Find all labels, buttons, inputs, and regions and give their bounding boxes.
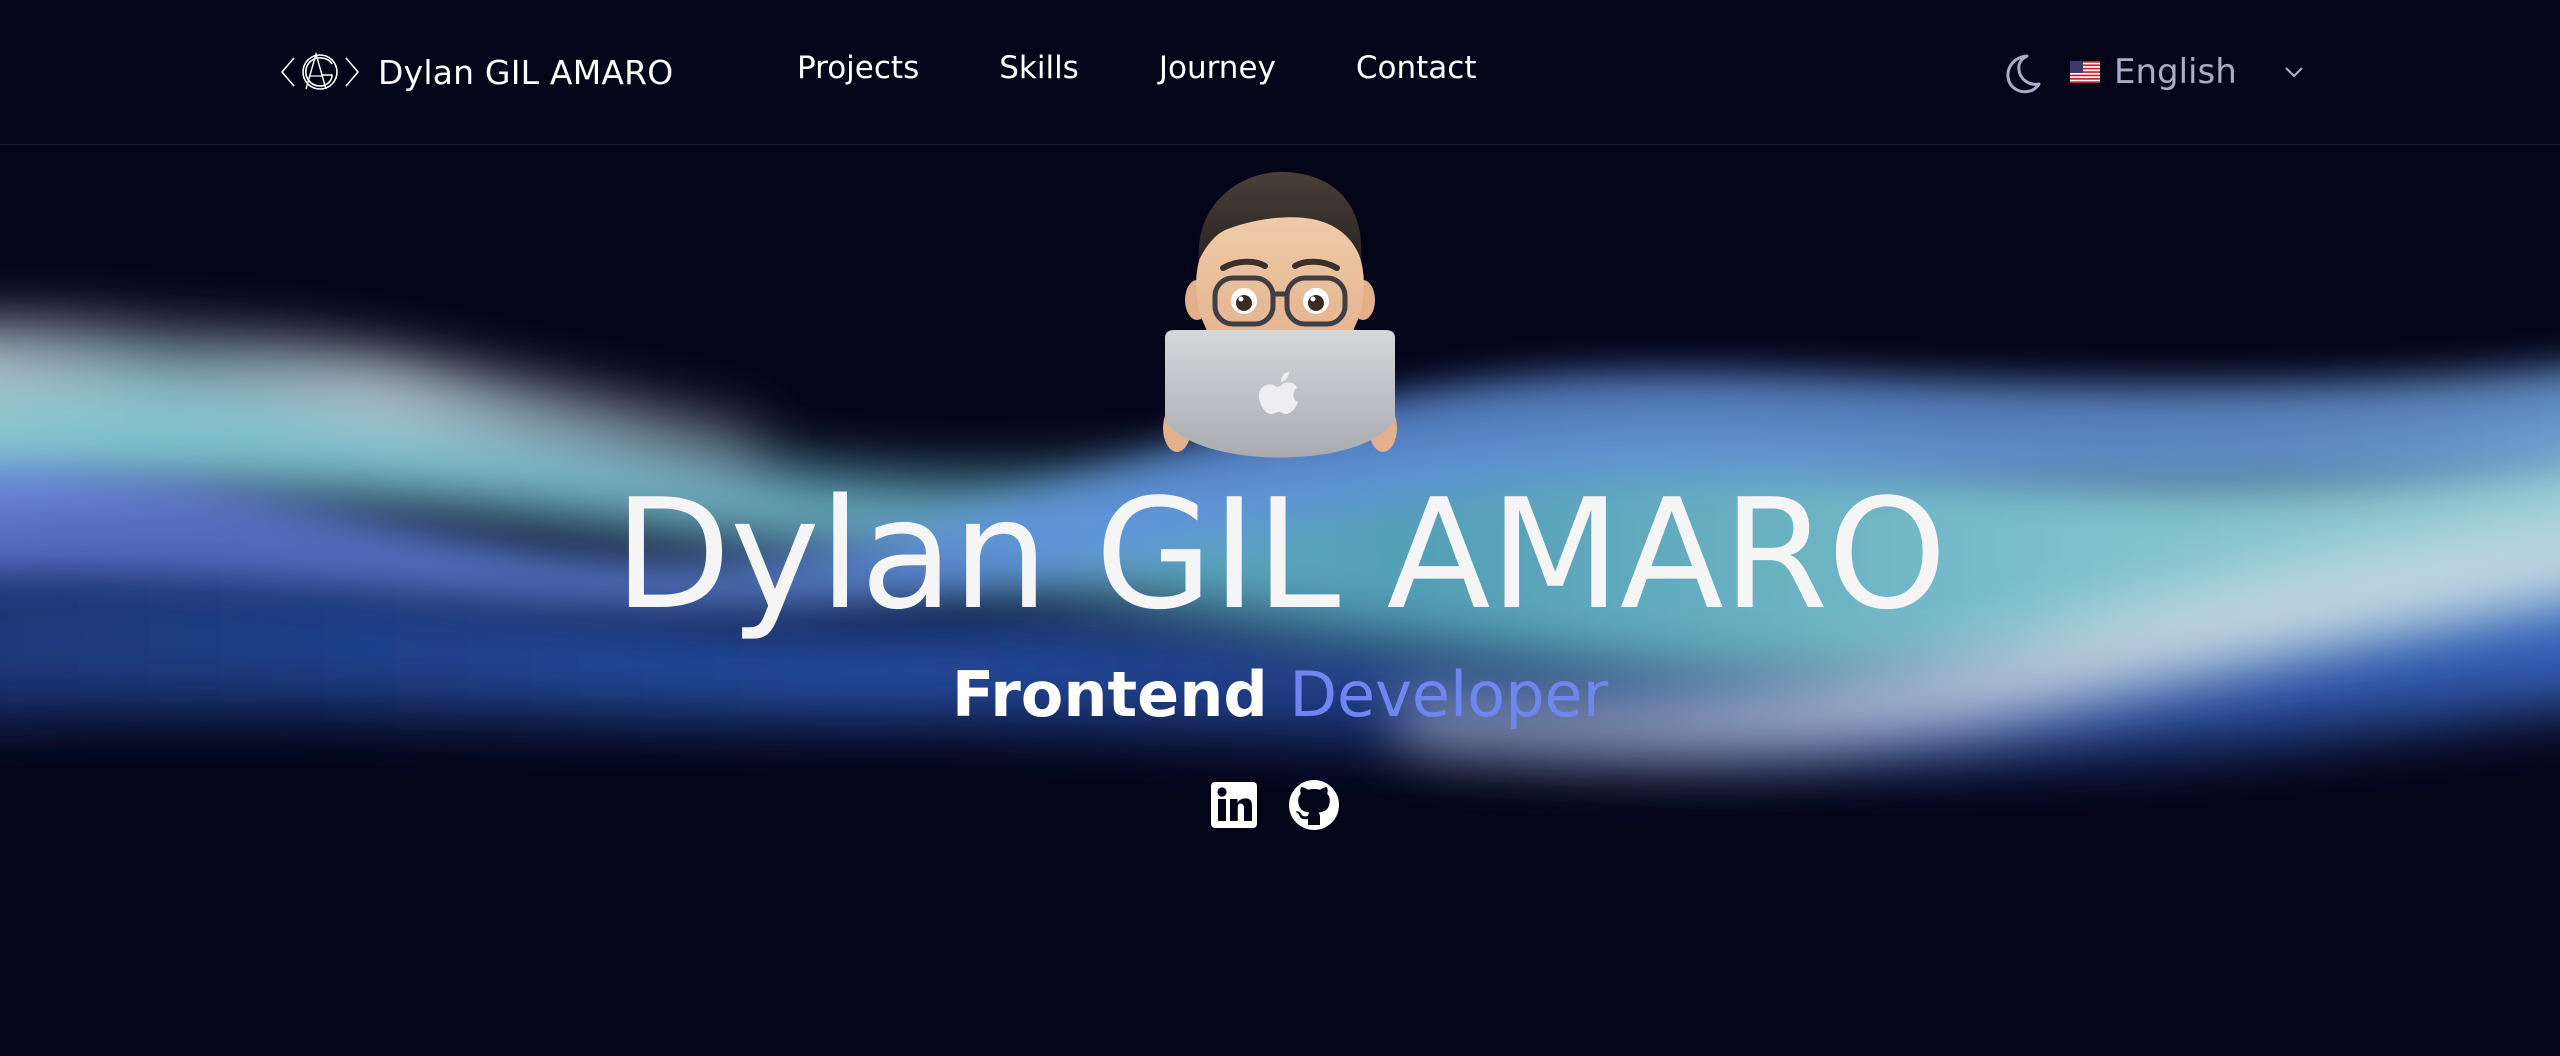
brand-name: Dylan GIL AMARO [378, 52, 674, 92]
page: Dylan GIL AMARO Projects Skills Journey … [0, 0, 2560, 1056]
nav-link-contact[interactable]: Contact [1356, 50, 1477, 86]
linkedin-icon [1210, 781, 1258, 829]
nav-link-projects[interactable]: Projects [797, 50, 919, 86]
theme-toggle-button[interactable] [1998, 50, 2044, 96]
language-label: English [2114, 52, 2237, 92]
dga-monogram-icon [280, 44, 360, 100]
nav-link-journey[interactable]: Journey [1159, 50, 1276, 86]
nav-link-skills[interactable]: Skills [999, 50, 1079, 86]
moon-icon [1998, 54, 2044, 100]
linkedin-link[interactable] [1210, 781, 1258, 829]
language-select[interactable]: English [2070, 48, 2305, 96]
github-link[interactable] [1288, 779, 1340, 831]
home-link[interactable]: Dylan GIL AMARO [280, 44, 673, 100]
hero-subtitle: Frontend Developer [0, 655, 2560, 735]
chevron-down-icon [2283, 65, 2305, 79]
subtitle-role: Frontend [951, 658, 1268, 731]
main-nav: Projects Skills Journey Contact [797, 44, 1476, 92]
subtitle-title: Developer [1289, 658, 1609, 731]
github-icon [1288, 779, 1340, 831]
hero-title: Dylan GIL AMARO [614, 466, 1947, 643]
navbar: Dylan GIL AMARO Projects Skills Journey … [0, 0, 2560, 145]
memoji-avatar-with-laptop [1163, 171, 1397, 458]
social-links [1210, 775, 1340, 835]
us-flag-icon [2070, 61, 2100, 83]
